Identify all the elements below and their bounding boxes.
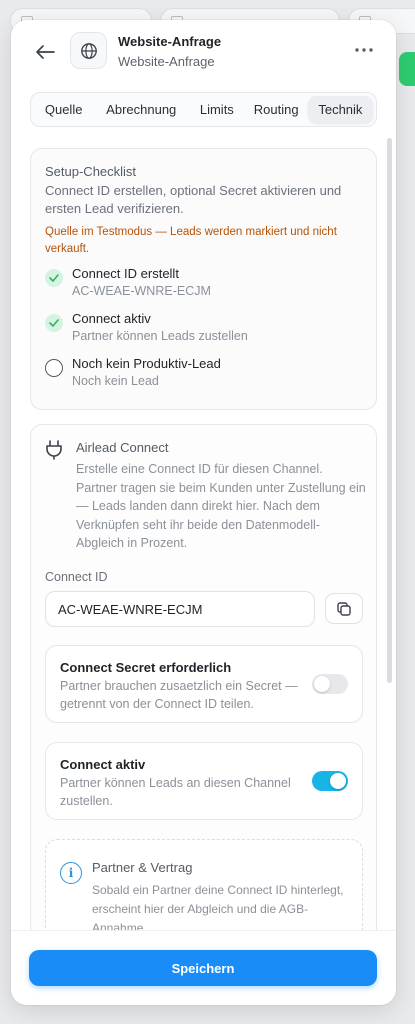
connect-active-title: Connect aktiv bbox=[60, 757, 146, 772]
testmode-warning: Quelle im Testmodus — Leads werden marki… bbox=[45, 226, 337, 255]
connect-active-setting: Connect aktiv Partner können Leads an di… bbox=[45, 742, 363, 820]
tab-bar: Quelle Abrechnung Limits Routing Technik bbox=[30, 92, 377, 127]
tab-technik[interactable]: Technik bbox=[307, 96, 373, 123]
save-button[interactable]: Speichern bbox=[29, 950, 377, 986]
checklist-item-sub: AC-WEAE-WNRE-ECJM bbox=[72, 284, 211, 298]
checklist-description: Connect ID erstellen, optional Secret ak… bbox=[45, 183, 342, 216]
tab-limits[interactable]: Limits bbox=[189, 96, 244, 123]
connect-id-label: Connect ID bbox=[45, 570, 108, 584]
check-icon bbox=[45, 314, 63, 332]
connect-secret-description: Partner brauchen zusaetzlich ein Secret … bbox=[60, 679, 298, 711]
page-subtitle: Website-Anfrage bbox=[118, 54, 215, 69]
checklist-item-label: Connect ID erstellt bbox=[72, 266, 179, 281]
copy-connect-id-button[interactable] bbox=[325, 593, 363, 624]
airlead-connect-title: Airlead Connect bbox=[76, 440, 169, 455]
checklist-item-label: Connect aktiv bbox=[72, 311, 151, 326]
empty-circle-icon bbox=[45, 359, 63, 377]
more-horizontal-icon bbox=[355, 48, 373, 52]
connect-secret-title: Connect Secret erforderlich bbox=[60, 660, 232, 675]
connect-id-input[interactable] bbox=[45, 591, 315, 627]
connect-secret-toggle[interactable] bbox=[312, 674, 348, 694]
connect-active-description: Partner können Leads an diesen Channel z… bbox=[60, 776, 291, 808]
page-title: Website-Anfrage bbox=[118, 34, 222, 49]
drawer-header: Website-Anfrage Website-Anfrage bbox=[11, 20, 396, 90]
toggle-knob bbox=[314, 676, 330, 692]
setup-checklist-card: Setup-Checklist Connect ID erstellen, op… bbox=[30, 148, 377, 410]
source-type-badge bbox=[70, 32, 107, 69]
info-icon: i bbox=[60, 862, 82, 884]
tab-routing[interactable]: Routing bbox=[245, 96, 308, 123]
airlead-connect-card: Airlead Connect Erstelle eine Connect ID… bbox=[30, 424, 377, 930]
checklist-title: Setup-Checklist bbox=[45, 164, 137, 179]
connect-secret-setting: Connect Secret erforderlich Partner brau… bbox=[45, 645, 363, 723]
globe-icon bbox=[80, 42, 97, 59]
drawer-footer: Speichern bbox=[11, 930, 396, 1005]
source-detail-drawer: Website-Anfrage Website-Anfrage Quelle A… bbox=[11, 20, 396, 1005]
checklist-item-sub: Noch kein Lead bbox=[72, 374, 159, 388]
more-options-button[interactable] bbox=[354, 40, 374, 54]
partner-contract-card: i Partner & Vertrag Sobald ein Partner d… bbox=[45, 839, 363, 930]
background-green-button bbox=[399, 52, 415, 86]
back-button[interactable] bbox=[31, 38, 59, 66]
connect-active-toggle[interactable] bbox=[312, 771, 348, 791]
tab-abrechnung[interactable]: Abrechnung bbox=[93, 96, 189, 123]
check-icon bbox=[45, 269, 63, 287]
copy-icon bbox=[337, 601, 351, 616]
arrow-left-icon bbox=[36, 45, 55, 59]
checklist-item-label: Noch kein Produktiv-Lead bbox=[72, 356, 221, 371]
checklist-item-sub: Partner können Leads zustellen bbox=[72, 329, 248, 343]
partner-contract-title: Partner & Vertrag bbox=[92, 860, 193, 875]
tab-quelle[interactable]: Quelle bbox=[34, 96, 93, 123]
plug-icon bbox=[46, 440, 62, 460]
partner-contract-description: Sobald ein Partner deine Connect ID hint… bbox=[92, 883, 344, 930]
technik-content: Setup-Checklist Connect ID erstellen, op… bbox=[11, 140, 396, 930]
toggle-knob bbox=[330, 773, 346, 789]
airlead-connect-description: Erstelle eine Connect ID für diesen Chan… bbox=[76, 462, 366, 550]
